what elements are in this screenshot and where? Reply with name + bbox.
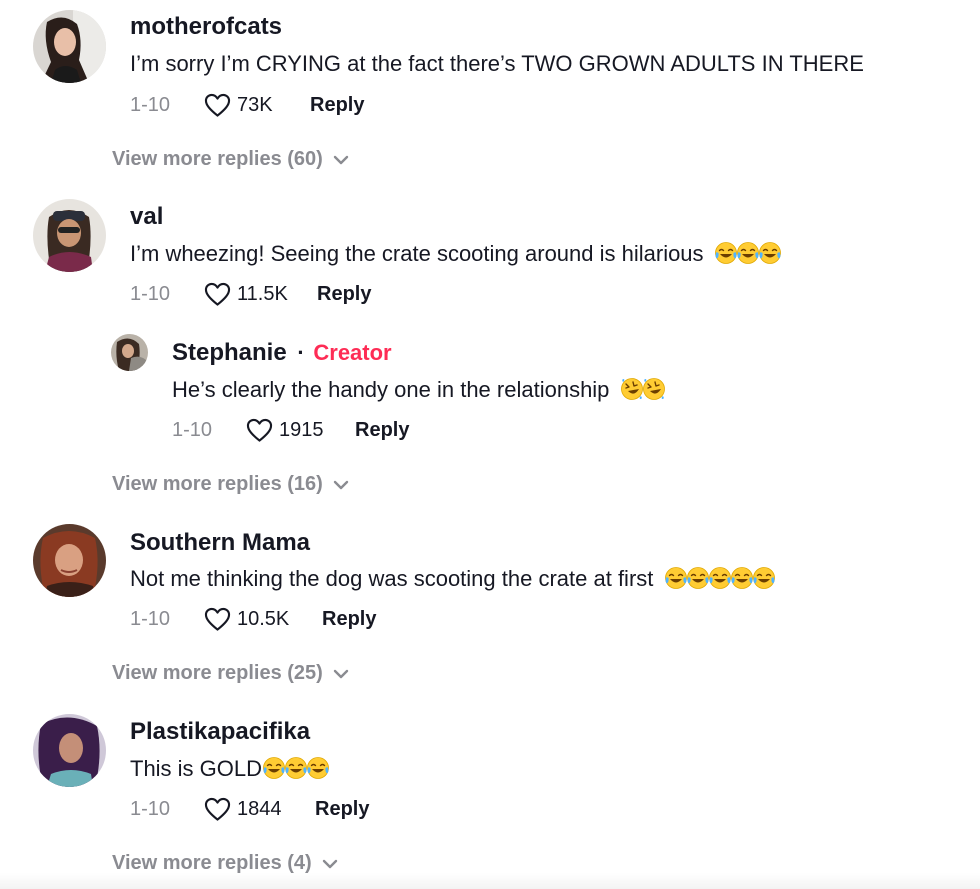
comment-text-content: This is GOLD — [130, 756, 263, 781]
face-with-tears-of-joy-icon — [306, 756, 330, 780]
heart-icon[interactable] — [204, 93, 231, 118]
comment-username[interactable]: val — [130, 203, 163, 231]
comments-panel: motherofcats I’m sorry I’m CRYING at the… — [0, 0, 980, 889]
avatar[interactable] — [33, 10, 106, 83]
face-with-tears-of-joy-icon — [758, 241, 782, 265]
comment-meta: 1-10 1844 Reply — [130, 797, 369, 822]
reply-button[interactable]: Reply — [322, 608, 376, 631]
reply-username-link[interactable]: Stephanie — [172, 339, 287, 366]
view-more-replies-label: View more replies (60) — [112, 148, 323, 170]
like-count: 73K — [237, 94, 273, 116]
reply-meta: 1-10 1915 Reply — [172, 418, 409, 443]
view-more-replies-button[interactable]: View more replies (60) — [112, 148, 349, 171]
comment-text: Not me thinking the dog was scooting the… — [130, 566, 776, 592]
comment-text-content: I’m wheezing! Seeing the crate scooting … — [130, 241, 704, 266]
face-with-tears-of-joy-icon — [736, 241, 760, 265]
view-more-replies-button[interactable]: View more replies (4) — [112, 852, 338, 875]
comment-date: 1-10 — [130, 798, 171, 820]
face-with-tears-of-joy-icon — [284, 756, 308, 780]
like-button[interactable]: 1844 — [204, 797, 315, 822]
chevron-down-icon — [333, 480, 349, 490]
creator-badge: Creator — [313, 340, 392, 365]
face-with-tears-of-joy-icon — [686, 566, 710, 590]
like-button[interactable]: 1915 — [246, 418, 355, 443]
comment-date: 1-10 — [130, 94, 171, 116]
like-count: 10.5K — [237, 608, 290, 630]
face-with-tears-of-joy-icon — [714, 241, 738, 265]
comment-text-content: I’m sorry I’m CRYING at the fact there’s… — [130, 51, 864, 76]
comment-meta: 1-10 10.5K Reply — [130, 607, 376, 632]
comment-meta: 1-10 73K Reply — [130, 93, 364, 118]
heart-icon[interactable] — [246, 418, 273, 443]
comment-text: This is GOLD — [130, 756, 330, 782]
view-more-replies-button[interactable]: View more replies (25) — [112, 662, 349, 685]
separator-dot: · — [297, 340, 305, 365]
chevron-down-icon — [322, 859, 338, 869]
view-more-replies-label: View more replies (4) — [112, 852, 312, 874]
reply-date: 1-10 — [172, 419, 213, 441]
heart-icon[interactable] — [204, 282, 231, 307]
face-with-tears-of-joy-icon — [730, 566, 754, 590]
like-count: 11.5K — [237, 283, 288, 305]
chevron-down-icon — [333, 669, 349, 679]
comment-text-content: Not me thinking the dog was scooting the… — [130, 566, 654, 591]
chevron-down-icon — [333, 155, 349, 165]
face-with-tears-of-joy-icon — [262, 756, 286, 780]
like-button[interactable]: 73K — [204, 93, 310, 118]
like-button[interactable]: 11.5K — [204, 282, 317, 307]
like-count: 1915 — [279, 419, 324, 441]
comment-meta: 1-10 11.5K Reply — [130, 282, 371, 307]
reply-button[interactable]: Reply — [317, 283, 371, 306]
view-more-replies-label: View more replies (25) — [112, 662, 323, 684]
comment-username[interactable]: motherofcats — [130, 13, 282, 41]
reply-username: Stephanie · Creator — [172, 339, 392, 367]
face-with-tears-of-joy-icon — [664, 566, 688, 590]
like-button[interactable]: 10.5K — [204, 607, 322, 632]
rolling-on-floor-laughing-icon — [620, 377, 644, 401]
avatar[interactable] — [33, 714, 106, 787]
rolling-on-floor-laughing-icon — [642, 377, 666, 401]
comment-date: 1-10 — [130, 283, 171, 305]
view-more-replies-label: View more replies (16) — [112, 473, 323, 495]
reply-button[interactable]: Reply — [355, 419, 409, 442]
comment-username[interactable]: Southern Mama — [130, 529, 310, 557]
comment-username[interactable]: Plastikapacifika — [130, 718, 310, 746]
bottom-fade — [0, 873, 980, 889]
view-more-replies-button[interactable]: View more replies (16) — [112, 473, 349, 496]
reply-button[interactable]: Reply — [315, 798, 369, 821]
face-with-tears-of-joy-icon — [708, 566, 732, 590]
reply-button[interactable]: Reply — [310, 94, 364, 117]
reply-text: He’s clearly the handy one in the relati… — [172, 377, 666, 403]
comment-text: I’m wheezing! Seeing the crate scooting … — [130, 241, 782, 267]
avatar[interactable] — [33, 524, 106, 597]
heart-icon[interactable] — [204, 607, 231, 632]
face-with-tears-of-joy-icon — [752, 566, 776, 590]
heart-icon[interactable] — [204, 797, 231, 822]
like-count: 1844 — [237, 798, 282, 820]
avatar[interactable] — [33, 199, 106, 272]
comment-text: I’m sorry I’m CRYING at the fact there’s… — [130, 51, 864, 77]
reply-text-content: He’s clearly the handy one in the relati… — [172, 377, 610, 402]
avatar[interactable] — [111, 334, 148, 371]
comment-date: 1-10 — [130, 608, 171, 630]
